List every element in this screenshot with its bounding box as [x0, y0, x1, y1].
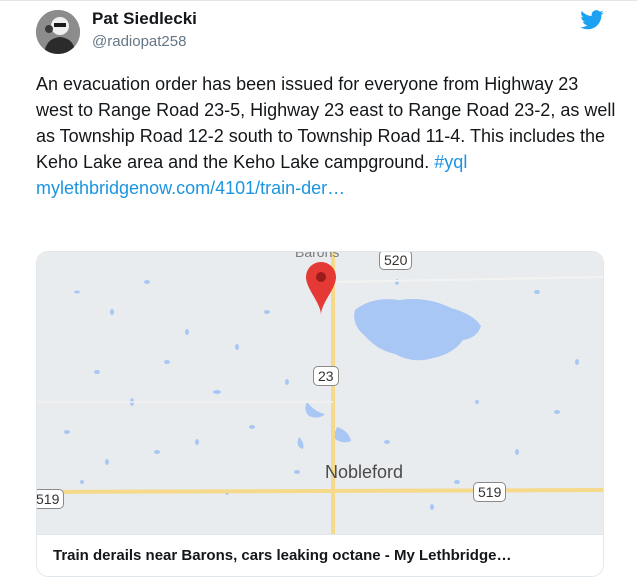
tweet-body: An evacuation order has been issued for …	[36, 71, 616, 201]
link-preview-card[interactable]: Barons 520 23 519 519 Nobleford Train de…	[36, 251, 604, 577]
map-thumbnail[interactable]: Barons 520 23 519 519 Nobleford	[37, 252, 603, 534]
highway-520-shield: 520	[379, 252, 413, 270]
embedded-tweet: Pat Siedlecki @radiopat258 An evacuation…	[0, 0, 637, 577]
avatar[interactable]	[36, 10, 80, 54]
article-link[interactable]: mylethbridgenow.com/4101/train-der…	[36, 178, 345, 198]
author-name[interactable]: Pat Siedlecki	[92, 9, 197, 29]
twitter-bird-icon[interactable]	[580, 10, 604, 30]
hashtag-link[interactable]: #yql	[434, 152, 467, 172]
highway-519-shield-left: 519	[37, 489, 65, 509]
author-handle[interactable]: @radiopat258	[92, 33, 186, 50]
tweet-text: An evacuation order has been issued for …	[36, 74, 616, 172]
map-town-nobleford: Nobleford	[325, 462, 404, 482]
card-title: Train derails near Barons, cars leaking …	[53, 547, 512, 564]
map-graphic	[37, 252, 603, 534]
highway-23-shield: 23	[313, 366, 339, 386]
highway-519-shield-right: 519	[473, 482, 507, 502]
map-town-barons: Barons	[295, 251, 340, 260]
card-title-bar[interactable]: Train derails near Barons, cars leaking …	[37, 534, 603, 576]
avatar-image	[36, 10, 80, 54]
